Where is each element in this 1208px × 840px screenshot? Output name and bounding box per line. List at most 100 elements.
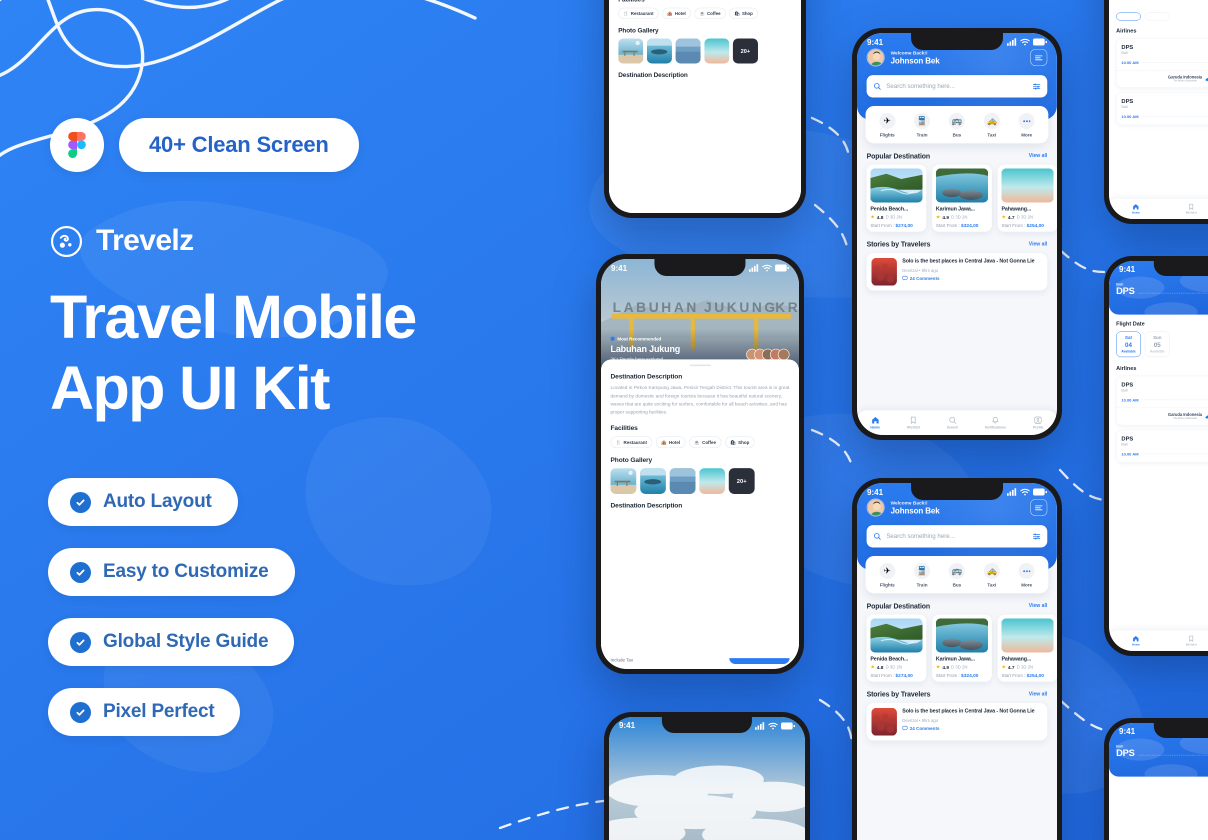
facility-restaurant[interactable]: 🍴 Restaurant [618,7,659,20]
gallery-photo[interactable] [618,38,644,64]
svg-text:LABUHAN: LABUHAN [613,300,699,315]
price-prefix: Start From : [870,222,896,229]
gallery-photo[interactable] [646,38,672,64]
price-prefix: Start From : [870,672,896,679]
date-chip-selected[interactable]: Sat 04 Available [1116,331,1141,358]
tab-home[interactable]: Home [870,416,880,429]
tab-home[interactable]: Home [1132,635,1140,646]
search-icon [874,83,881,90]
category-flights[interactable]: ✈ Flights [873,562,901,587]
departure-time: 10.00 AM [1121,451,1139,457]
stories-view-all[interactable]: View all [1029,691,1047,697]
destination-meta: ★ 4.7 D 3D 2N [1001,664,1053,670]
stories-header: Stories by Travelers View all [857,682,1057,703]
category-bus[interactable]: 🚌 Bus [943,112,971,137]
category-train[interactable]: 🚆 Train [908,112,936,137]
facility-coffee[interactable]: ☕ Coffee [694,7,726,20]
gallery-photo[interactable] [699,468,726,495]
date-status: Available [1150,349,1165,354]
facility-shop[interactable]: 🛍 Shop [729,7,758,20]
story-card[interactable]: Solo is the best places in Central Java … [866,703,1048,741]
category-flights[interactable]: ✈ Flights [873,112,901,137]
search-input[interactable]: Search something here... [866,75,1048,98]
gallery-more-count[interactable]: 20+ [732,38,758,64]
destination-meta: ★ 4.8 D 3D 2N [870,664,922,670]
tab-search[interactable]: Search [947,416,958,429]
date-chip[interactable] [1116,12,1141,21]
tab-profile[interactable]: Profile [1033,416,1043,429]
category-taxi[interactable]: 🚕 Taxi [978,562,1006,588]
avatar[interactable] [866,48,885,67]
search-input[interactable]: Search something here... [866,525,1048,548]
comments-label: 24 Comments [909,275,940,281]
story-comments[interactable]: 24 Comments [902,276,1042,281]
restaurant-icon: 🍴 [615,439,622,445]
airport-code: DPS [1121,43,1134,51]
destination-card[interactable]: Penida Beach... ★ 4.8 D 3D 2N Start From… [866,164,927,232]
story-title: Solo is the best places in Central Java … [902,708,1035,715]
category-train[interactable]: 🚆 Train [908,562,936,587]
tab-notifications[interactable]: Notifications [985,416,1006,429]
carrier-tagline: The Airline of Indonesia [1173,79,1197,83]
photo-gallery: 20+ [610,468,790,495]
airline-card[interactable]: DPS Bali Flight Time 1h 45 10.00 AM [1116,92,1208,126]
airline-card[interactable]: DPS Bali Flight Time 1h 45 10.00 AM [1116,38,1208,88]
destination-card[interactable]: Pahawang... ★ 4.7 D 3D 2N Start From : $… [997,164,1057,232]
airport-code: DPS [1121,381,1134,388]
destination-card[interactable]: Pahawang... ★ 4.7 D 3D 2N Start From : $… [997,614,1057,682]
facility-hotel[interactable]: 🏨 Hotel [655,436,686,449]
gallery-photo[interactable] [610,468,637,495]
popular-view-all[interactable]: View all [1029,153,1047,159]
departure-time: 10.00 AM [1121,397,1139,403]
stories-header: Stories by Travelers View all [857,232,1057,253]
destination-image [935,618,989,653]
hamburger-menu-icon[interactable] [1030,48,1048,67]
story-card[interactable]: Solo is the best places in Central Java … [866,253,1048,291]
user-name: Johnson Bek [890,56,940,66]
destination-rating: 4.7 [1007,214,1015,220]
battery-icon [775,264,789,272]
gallery-heading: Photo Gallery [610,456,653,464]
airline-card[interactable]: DPS Bali Flight Time 1h 45 10.00 AM [1116,375,1208,426]
stories-view-all[interactable]: View all [1029,241,1047,247]
feature-list: Auto Layout Easy to Customize Global Sty… [48,478,295,736]
hamburger-menu-icon[interactable] [1030,498,1048,517]
category-bus[interactable]: 🚌 Bus [943,562,971,587]
popular-view-all[interactable]: View all [1029,603,1047,609]
facility-shop[interactable]: 🛍 Shop [725,436,755,449]
user-name: Johnson Bek [890,506,940,516]
gallery-photo[interactable] [704,38,730,64]
gallery-photo[interactable] [640,468,666,495]
tab-home[interactable]: Home [1132,203,1140,214]
category-more[interactable]: More [1013,562,1041,587]
train-icon: 🚆 [914,112,931,129]
facility-coffee[interactable]: ☕ Coffee [689,436,722,449]
tab-wishlist[interactable]: Wishlist [907,416,920,429]
facility-restaurant[interactable]: 🍴 Restaurant [610,436,653,449]
facility-hotel[interactable]: 🏨 Hotel [662,7,691,20]
date-chip[interactable]: Sun 05 Available [1144,331,1170,358]
category-taxi[interactable]: 🚕 Taxi [978,112,1006,137]
date-chip[interactable] [1144,12,1170,21]
airport-code: DPS [1121,435,1134,442]
destination-distance: D 3D 2N [885,214,902,220]
gallery-more-count[interactable]: 20+ [728,468,755,495]
second-description-heading: Destination Description [618,71,688,79]
signal-bars-icon [1007,38,1017,46]
tab-wishlist[interactable]: Wishlist [1186,635,1197,646]
tab-wishlist[interactable]: Wishlist [1186,203,1197,214]
status-icons [749,264,789,272]
gallery-photo[interactable] [675,38,701,64]
destination-card[interactable]: Karimun Jawa... ★ 4.9 D 3D 2N Start From… [932,164,992,232]
avatar[interactable] [866,498,885,517]
gallery-photo[interactable] [669,468,696,495]
bus-icon: 🚌 [948,112,965,129]
story-comments[interactable]: 24 Comments [902,726,1042,731]
destination-card[interactable]: Karimun Jawa... ★ 4.9 D 3D 2N Start From… [932,614,992,682]
category-label: Taxi [987,582,997,588]
airline-card[interactable]: DPS Bali Flight Time 1h 45 10.00 AM [1116,429,1208,463]
star-icon: ★ [935,664,941,670]
tab-label: Home [1131,643,1140,647]
destination-card[interactable]: Penida Beach... ★ 4.8 D 3D 2N Start From… [866,614,927,682]
category-more[interactable]: More [1013,112,1041,137]
